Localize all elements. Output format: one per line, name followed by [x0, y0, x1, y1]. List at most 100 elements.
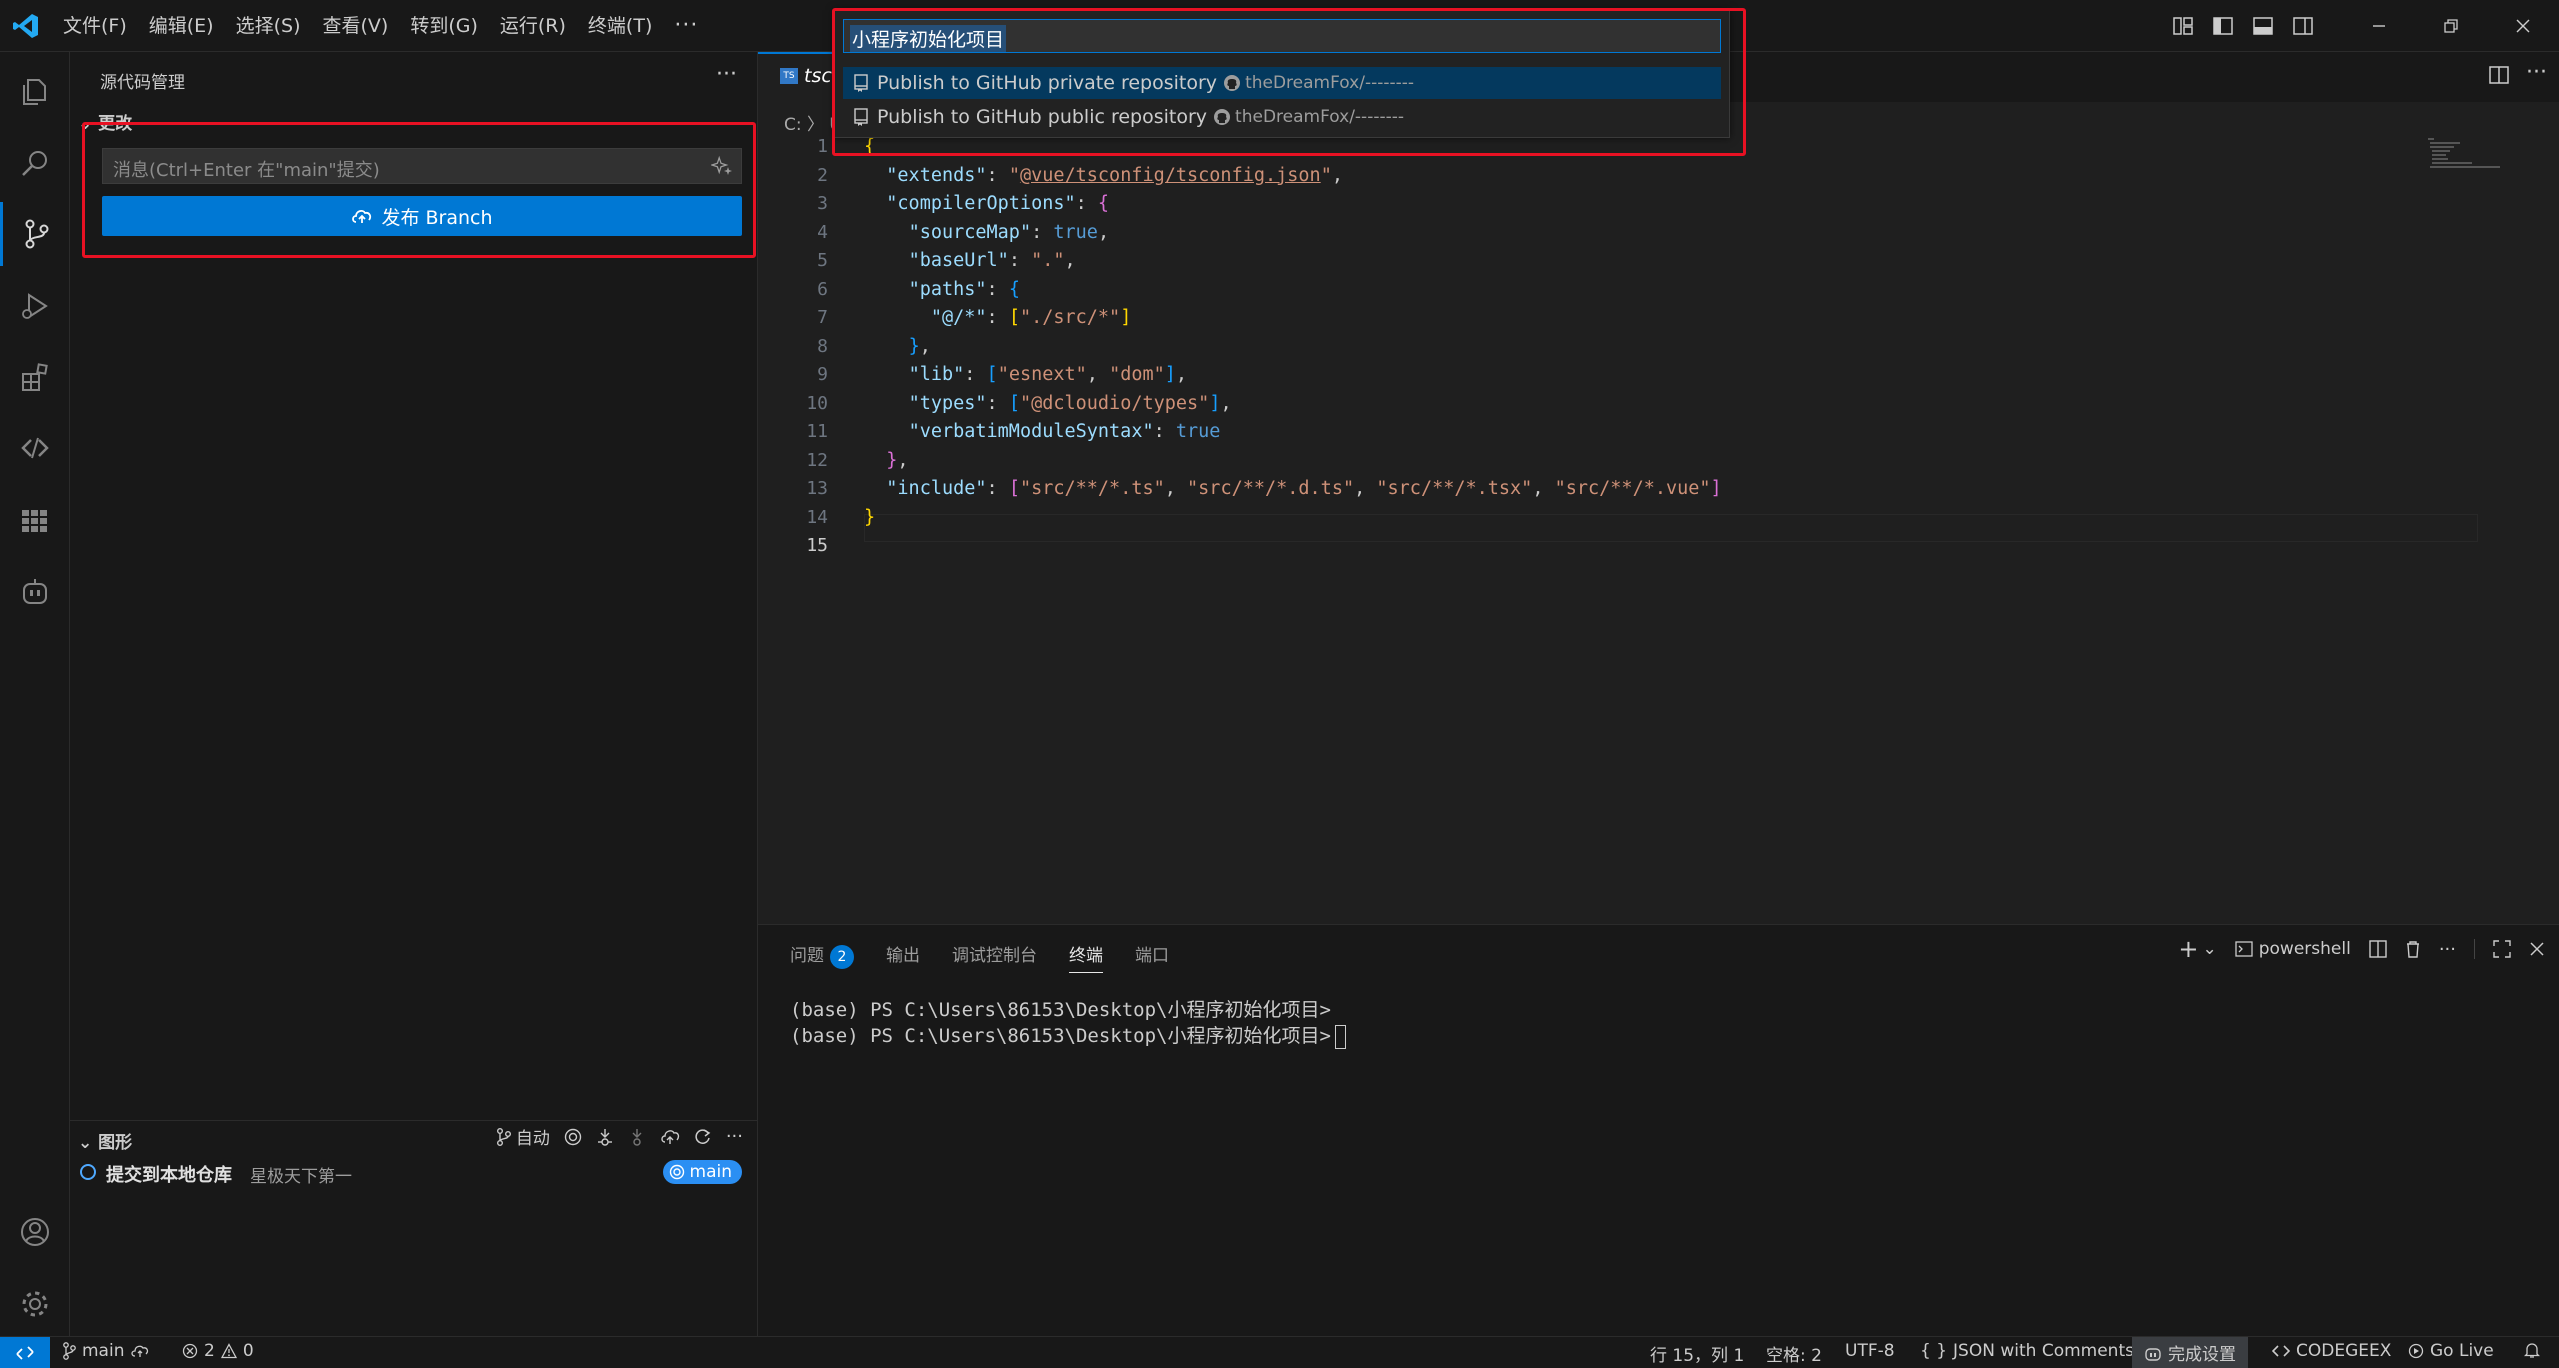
close-panel-icon[interactable] [2529, 941, 2545, 957]
go-live-button[interactable]: Go Live [2408, 1341, 2494, 1361]
menu-more-icon[interactable]: ··· [663, 0, 709, 52]
editor-more-icon[interactable]: ··· [2526, 60, 2547, 85]
copilot-icon [2145, 1347, 2161, 1361]
menu-terminal[interactable]: 终端(T) [577, 0, 663, 52]
copilot-robot-icon[interactable] [0, 560, 70, 624]
sidebar-more-icon[interactable]: ··· [716, 62, 737, 87]
tab-terminal[interactable]: 终端 [1069, 941, 1103, 973]
toggle-primary-sidebar-icon[interactable] [2203, 0, 2243, 52]
terminal-icon [2235, 941, 2253, 957]
error-icon [182, 1343, 198, 1359]
code-line: "lib": ["esnext", "dom"], [908, 364, 1188, 385]
line-number: 8 [817, 335, 828, 357]
warning-icon [220, 1343, 237, 1359]
line-number: 1 [817, 136, 828, 157]
graph-auto-button[interactable]: 自动 [496, 1124, 550, 1149]
chevron-down-icon[interactable]: ⌄ [2202, 939, 2216, 959]
menu-edit[interactable]: 编辑(E) [138, 0, 225, 52]
minimize-icon[interactable] [2343, 0, 2415, 52]
target-icon [669, 1164, 684, 1180]
menu-file[interactable]: 文件(F) [52, 0, 138, 52]
graph-toolbar: 自动 ··· [496, 1124, 743, 1149]
code-line: "paths": { [908, 278, 1020, 300]
menu-run[interactable]: 运行(R) [489, 0, 577, 52]
line-number: 15 [806, 535, 828, 556]
line-number: 7 [817, 307, 828, 328]
graph-more-icon[interactable]: ··· [726, 1126, 743, 1147]
pull-icon[interactable] [628, 1128, 646, 1146]
manage-gear-icon[interactable] [0, 1272, 70, 1336]
code-line: "verbatimModuleSyntax": true [908, 421, 1221, 442]
push-cloud-icon[interactable] [660, 1128, 680, 1146]
trash-icon[interactable] [2405, 940, 2421, 958]
sidebar-title: 源代码管理 [100, 73, 185, 93]
graph-commit-row[interactable]: 提交到本地仓库 星极天下第一 main [78, 1158, 750, 1188]
close-window-icon[interactable] [2487, 0, 2559, 52]
terminal-shell-selector[interactable]: powershell [2235, 939, 2351, 959]
editor-tab-label: tsc [804, 65, 832, 87]
customize-layout-icon[interactable] [2163, 0, 2203, 52]
explorer-icon[interactable] [0, 60, 70, 124]
run-debug-icon[interactable] [0, 274, 70, 338]
commit-node-icon [80, 1164, 96, 1180]
maximize-panel-icon[interactable] [2493, 940, 2511, 958]
code-line: "@/*": ["./src/*"] [930, 307, 1132, 328]
current-line-highlight [864, 514, 2478, 542]
remote-explorer-icon[interactable] [0, 416, 70, 480]
split-editor-icon[interactable] [2489, 66, 2509, 84]
tab-debug-console[interactable]: 调试控制台 [952, 941, 1037, 973]
source-control-icon[interactable] [0, 202, 70, 266]
menu-go[interactable]: 转到(G) [399, 0, 489, 52]
extensions-icon[interactable] [0, 346, 70, 410]
editor-tab[interactable]: TS tsc [758, 52, 838, 102]
tab-problems[interactable]: 问题 2 [790, 941, 854, 973]
language-mode-label: JSON with Comments [1953, 1341, 2134, 1361]
line-number: 10 [806, 392, 828, 414]
codegeex-status[interactable]: CODEGEEX [2272, 1341, 2391, 1361]
refresh-icon[interactable] [694, 1128, 712, 1146]
new-terminal-icon[interactable]: + [2178, 935, 2198, 963]
editor-area: TS tsc ··· C: 〉 U 1{2 "extends": "@vue/t… [758, 52, 2559, 924]
notifications-bell-icon[interactable] [2524, 1341, 2540, 1359]
language-mode[interactable]: { } JSON with Comments [1920, 1341, 2134, 1361]
menu-selection[interactable]: 选择(S) [225, 0, 312, 52]
panel-more-icon[interactable]: ··· [2439, 939, 2456, 960]
restore-icon[interactable] [2415, 0, 2487, 52]
fetch-icon[interactable] [596, 1128, 614, 1146]
problems-status[interactable]: 2 0 [182, 1341, 254, 1361]
encoding[interactable]: UTF-8 [1845, 1341, 1895, 1361]
toggle-panel-icon[interactable] [2243, 0, 2283, 52]
target-icon[interactable] [564, 1128, 582, 1146]
status-bar: main 2 0 行 15，列 1 空格: 2 UTF-8 { } JSON w… [0, 1336, 2559, 1368]
search-icon[interactable] [0, 132, 70, 196]
minimap[interactable] [2426, 136, 2506, 186]
indentation[interactable]: 空格: 2 [1766, 1341, 1822, 1366]
codegeex-label: CODEGEEX [2296, 1341, 2392, 1361]
tab-ports[interactable]: 端口 [1135, 941, 1169, 973]
branch-icon [496, 1127, 511, 1146]
terminal-line: (base) PS C:\Users\86153\Desktop\小程序初始化项… [790, 999, 1331, 1021]
accounts-icon[interactable] [0, 1200, 70, 1264]
error-count: 2 [204, 1341, 215, 1361]
broadcast-icon [2408, 1343, 2424, 1359]
remote-indicator-icon[interactable] [0, 1337, 50, 1368]
branch-status[interactable]: main [62, 1341, 150, 1361]
cloud-upload-icon [131, 1345, 149, 1357]
finish-setup-button[interactable]: 完成设置 [2132, 1337, 2248, 1368]
line-number: 6 [817, 278, 828, 300]
bottom-panel: 问题 2 输出 调试控制台 终端 端口 + ⌄ powershell ··· (b… [758, 924, 2559, 1336]
terminal-shell-label: powershell [2258, 939, 2351, 959]
terminal-output[interactable]: (base) PS C:\Users\86153\Desktop\小程序初始化项… [790, 997, 1346, 1049]
tab-output[interactable]: 输出 [886, 941, 920, 973]
menu-view[interactable]: 查看(V) [312, 0, 400, 52]
split-terminal-icon[interactable] [2369, 940, 2387, 958]
toggle-secondary-sidebar-icon[interactable] [2283, 0, 2323, 52]
apps-grid-icon[interactable] [0, 488, 70, 552]
cursor-position[interactable]: 行 15，列 1 [1650, 1341, 1744, 1366]
codegeex-icon [2272, 1345, 2290, 1357]
code-line: "include": ["src/**/*.ts", "src/**/*.d.t… [886, 478, 1722, 499]
terminal-prompt: (base) PS C:\Users\86153\Desktop\小程序初始化项… [790, 1025, 1331, 1047]
branch-icon [63, 1342, 76, 1360]
graph-section-header[interactable]: ⌄ 图形 [78, 1128, 132, 1153]
graph-label: 图形 [98, 1133, 133, 1153]
